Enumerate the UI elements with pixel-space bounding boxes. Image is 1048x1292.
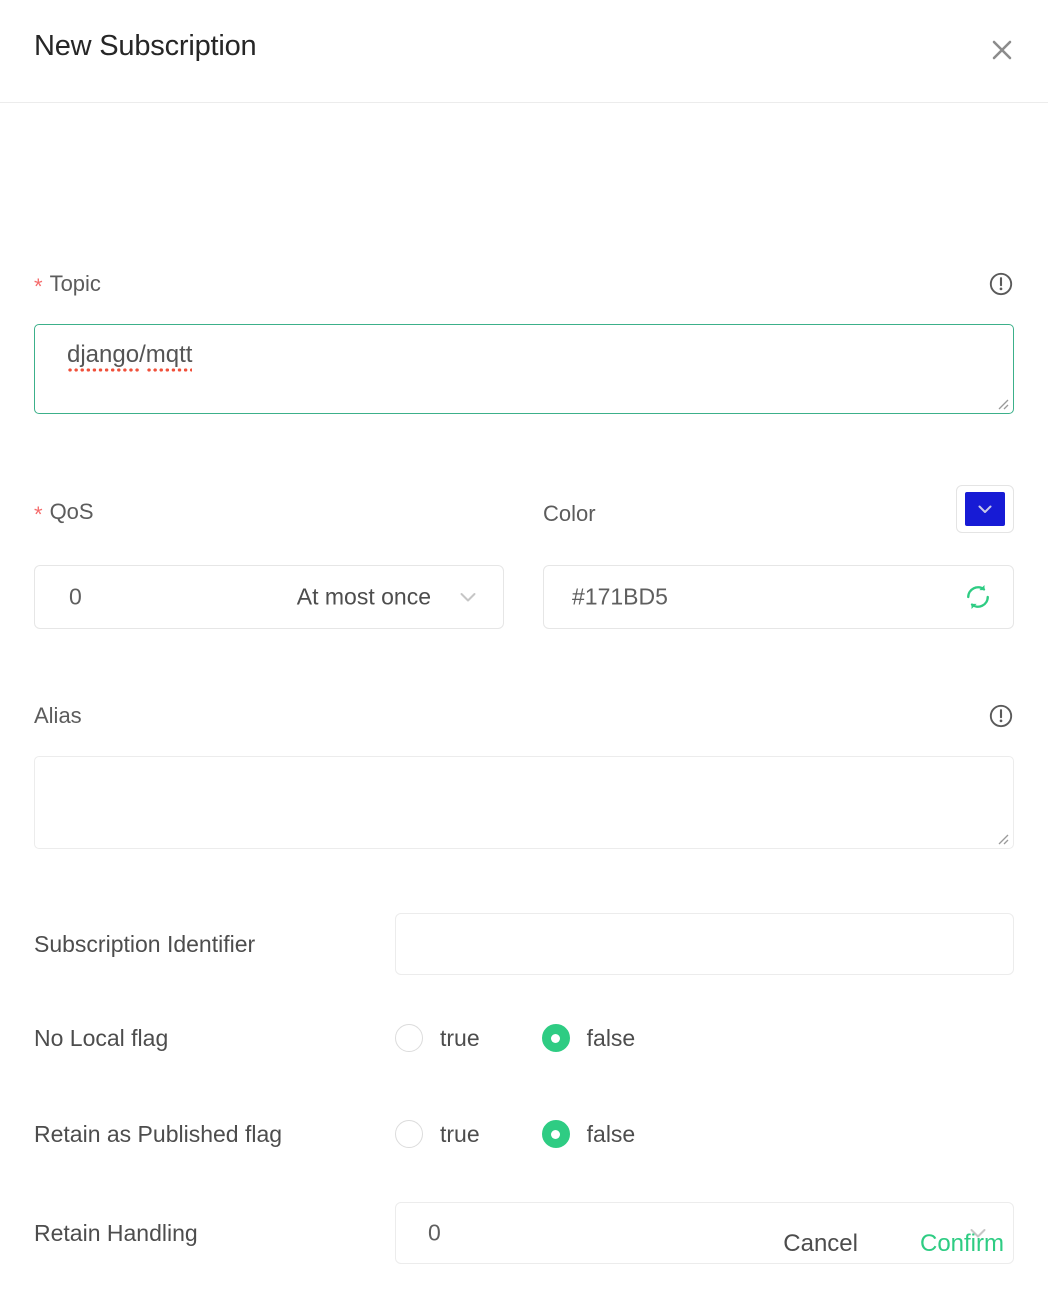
topic-field-group: * Topic django/mqtt [34,271,1014,414]
qos-description: At most once [297,584,431,611]
retain-handling-value: 0 [428,1220,441,1247]
subscription-identifier-row: Subscription Identifier [34,913,1014,975]
color-input[interactable]: #171BD5 [543,565,1014,629]
retain-as-published-flag-radio-group: true false [395,1120,635,1148]
topic-resize-handle[interactable] [993,394,1009,410]
no-local-flag-label: No Local flag [34,1025,395,1052]
topic-label-text: Topic [50,271,101,296]
topic-label-row: * Topic [34,271,1014,297]
no-local-flag-option-false[interactable]: false [542,1024,636,1052]
subscription-identifier-input[interactable] [395,913,1014,975]
alias-field-group: Alias [34,703,1014,849]
alias-label-row: Alias [34,703,1014,729]
alias-resize-handle[interactable] [993,829,1009,845]
alias-info-circle-icon[interactable] [988,703,1014,729]
swatch-chevron-down-icon [975,499,995,519]
topic-value: django/mqtt [67,341,192,369]
no-local-flag-option-true-label: true [440,1025,480,1052]
close-icon[interactable] [984,32,1020,68]
qos-label-text: QoS [50,499,94,524]
color-value: #171BD5 [572,584,668,611]
cancel-button[interactable]: Cancel [773,1224,868,1264]
no-local-flag-row: No Local flag true false [34,1018,1014,1058]
topic-value-part-1: django [67,341,139,373]
topic-required-marker: * [34,274,43,299]
qos-required-marker: * [34,502,43,527]
alias-label: Alias [34,705,82,727]
confirm-button[interactable]: Confirm [910,1224,1014,1264]
qos-label: *QoS [34,501,94,523]
qos-select[interactable]: 0 At most once [34,565,504,629]
alias-textarea[interactable] [34,756,1014,849]
dialog-footer: Cancel Confirm [773,1224,1014,1264]
topic-value-separator: / [139,341,146,368]
retain-as-published-flag-option-true[interactable]: true [395,1120,480,1148]
color-label: Color [543,501,596,527]
topic-label: *Topic [34,273,101,295]
qos-chevron-down-icon [455,584,481,610]
no-local-flag-radio-group: true false [395,1024,635,1052]
topic-info-circle-icon[interactable] [988,271,1014,297]
retain-as-published-flag-row: Retain as Published flag true false [34,1114,1014,1154]
retain-as-published-flag-option-false[interactable]: false [542,1120,636,1148]
new-subscription-dialog: New Subscription * Topic [0,0,1048,1292]
no-local-flag-option-true[interactable]: true [395,1024,480,1052]
retain-as-published-flag-option-true-label: true [440,1121,480,1148]
retain-handling-label: Retain Handling [34,1220,395,1247]
topic-value-part-2: mqtt [146,341,193,373]
dialog-title: New Subscription [34,30,256,63]
radio-icon-checked [542,1120,570,1148]
color-swatch-button[interactable] [956,485,1014,533]
radio-icon-unchecked [395,1024,423,1052]
retain-as-published-flag-label: Retain as Published flag [34,1121,395,1148]
subscription-identifier-label: Subscription Identifier [34,931,395,958]
retain-as-published-flag-option-false-label: false [587,1121,636,1148]
radio-icon-unchecked [395,1120,423,1148]
dialog-header: New Subscription [0,0,1048,103]
color-swatch [965,492,1005,526]
color-refresh-icon[interactable] [963,582,993,612]
no-local-flag-option-false-label: false [587,1025,636,1052]
topic-textarea[interactable]: django/mqtt [34,324,1014,414]
radio-icon-checked [542,1024,570,1052]
qos-value: 0 [69,584,82,611]
